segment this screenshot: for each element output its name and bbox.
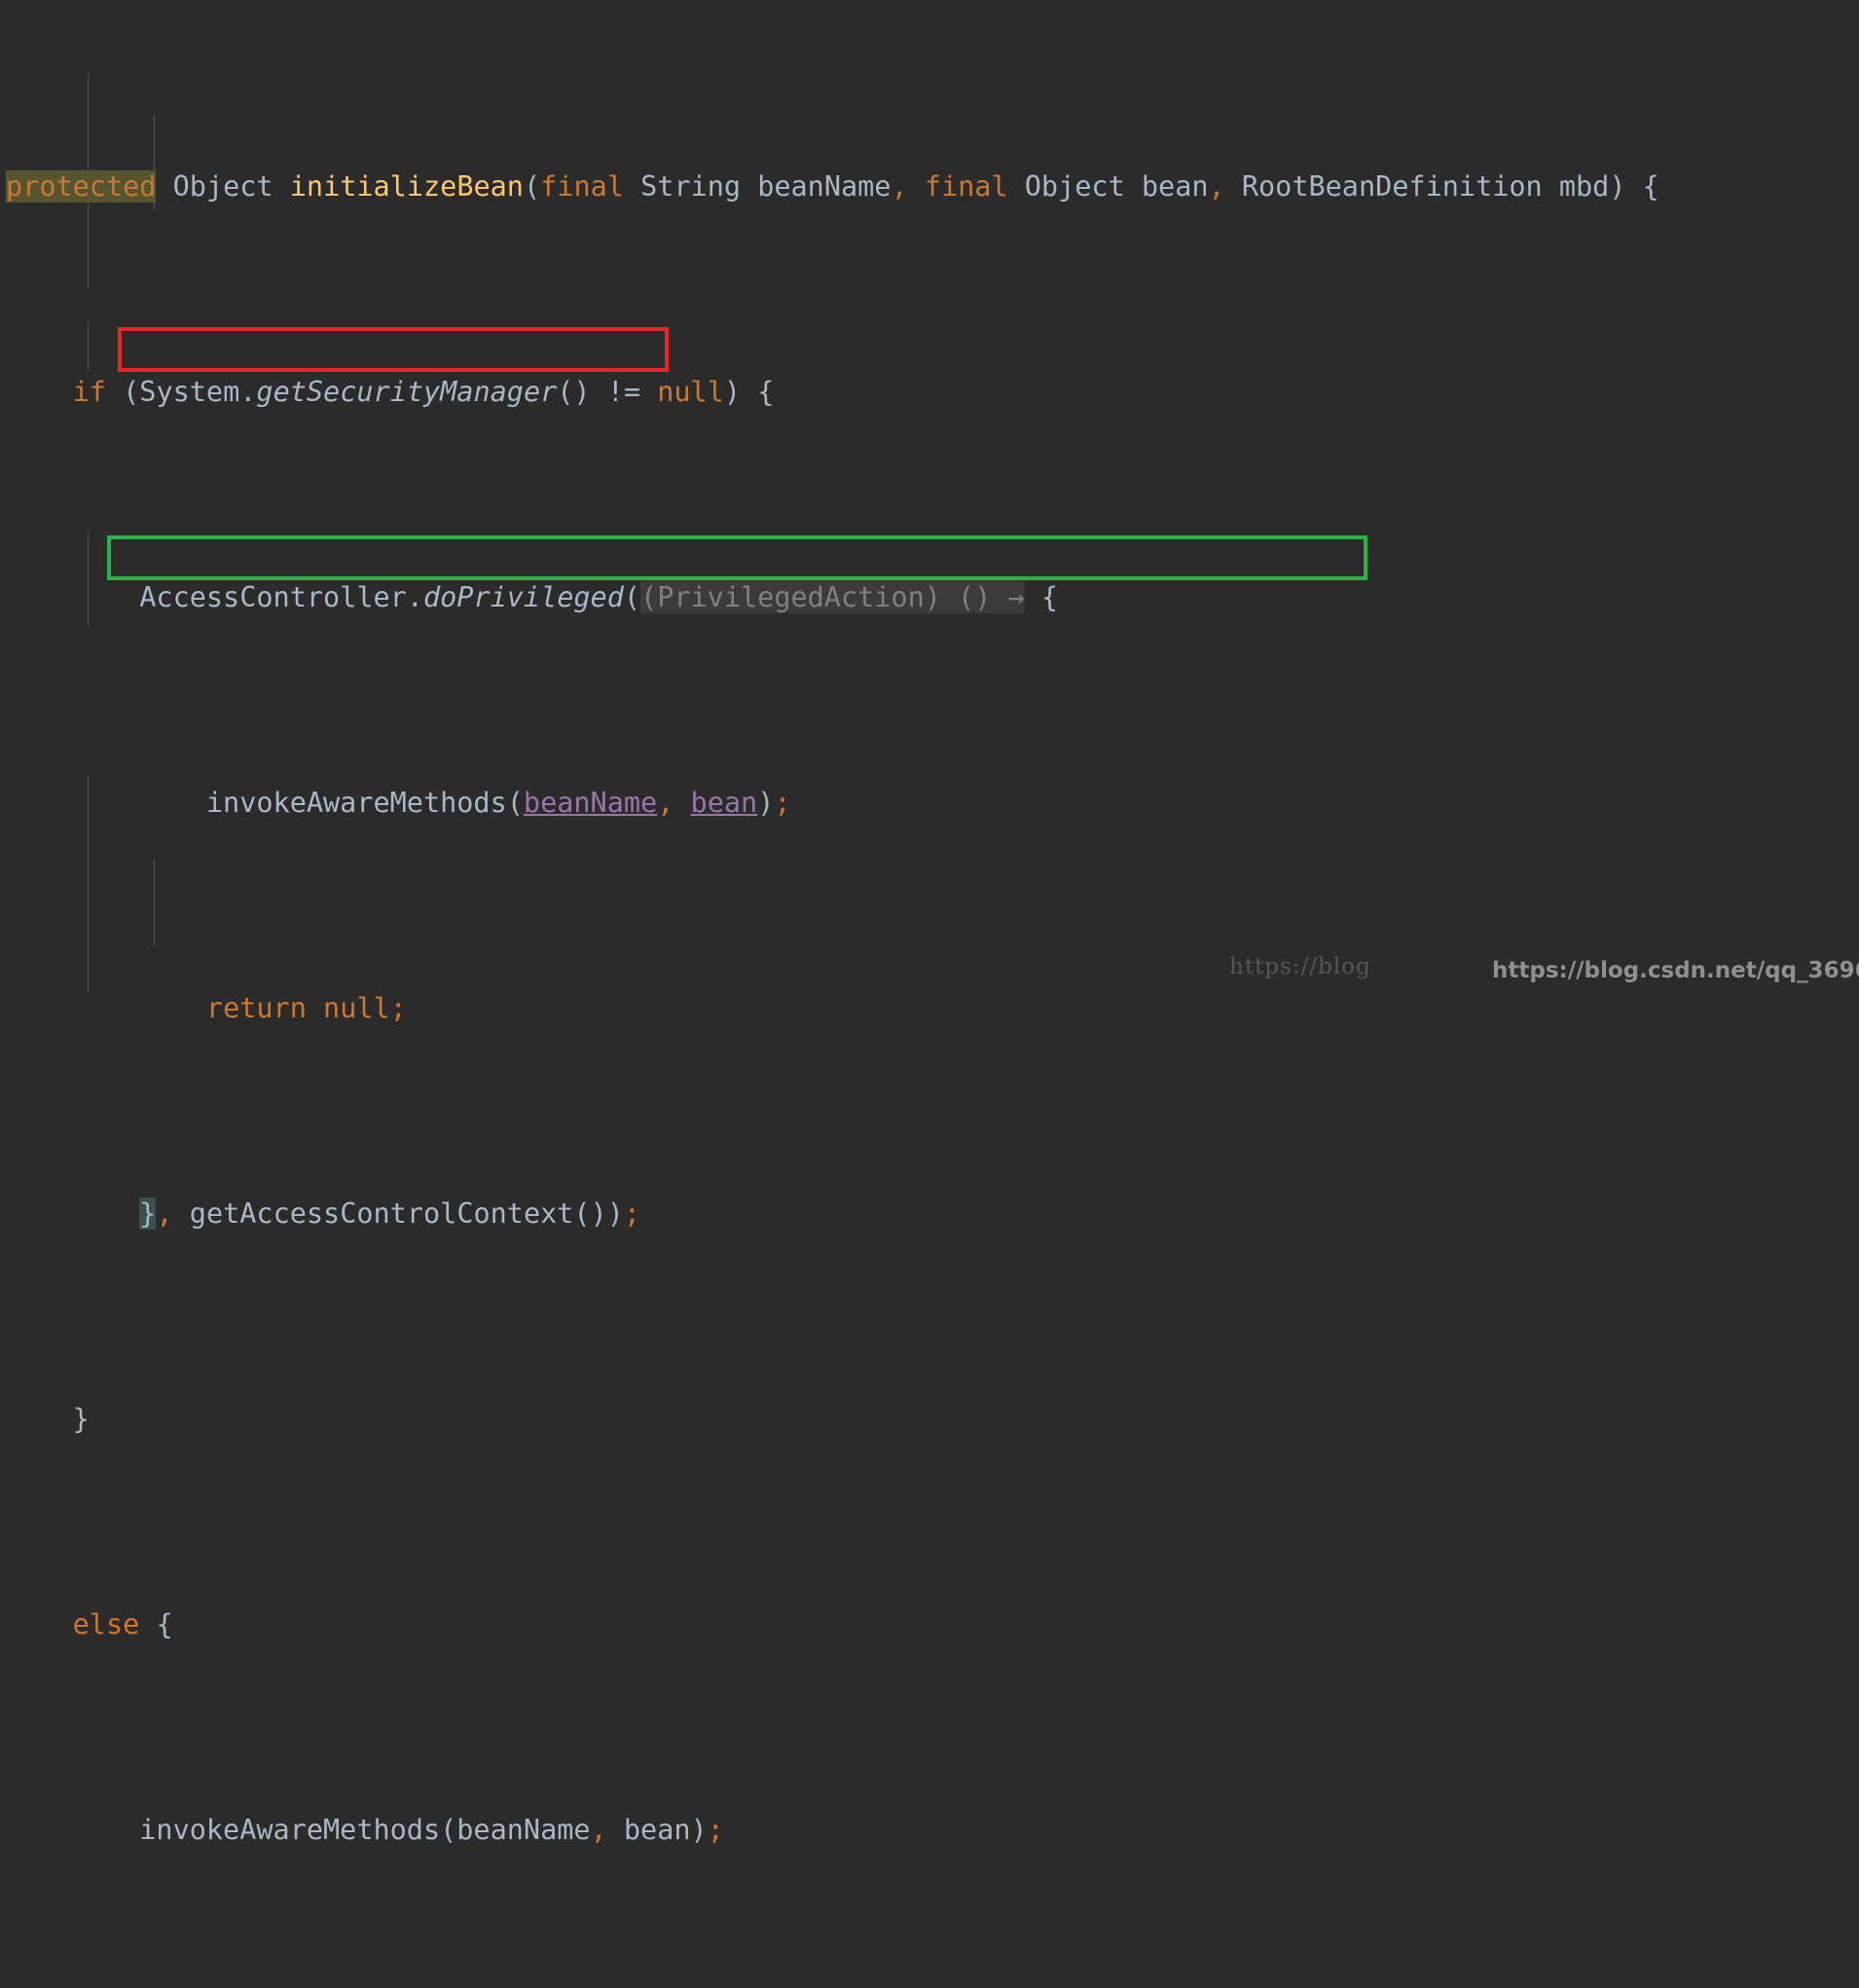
token-field-beanname: beanName xyxy=(523,786,658,819)
code-line-6[interactable]: }, getAccessControlContext()); xyxy=(0,1194,1859,1234)
token-type-object: Object xyxy=(172,169,273,202)
token-brace-match: } xyxy=(139,1196,157,1230)
token-keyword-protected: protected xyxy=(6,169,157,202)
code-line-5[interactable]: return null; xyxy=(0,988,1859,1029)
code-line-1[interactable]: protected Object initializeBean(final St… xyxy=(0,166,1859,207)
code-line-7[interactable]: } xyxy=(0,1399,1859,1440)
watermark-serif: https://blog xyxy=(1229,954,1371,979)
watermark-sans: https://blog.csdn.net/qq_36963950 xyxy=(1492,958,1859,983)
code-line-9[interactable]: invokeAwareMethods(beanName, bean); xyxy=(0,1810,1859,1851)
code-line-2[interactable]: if (System.getSecurityManager() != null)… xyxy=(0,372,1859,413)
token-keyword-return: return xyxy=(205,991,307,1024)
code-editor-viewport[interactable]: protected Object initializeBean(final St… xyxy=(0,0,1859,1846)
token-field-bean: bean xyxy=(690,786,758,819)
token-cast-privilegedaction: (PrivilegedAction) () → xyxy=(640,580,1025,613)
code-content[interactable]: protected Object initializeBean(final St… xyxy=(0,2,1859,1988)
token-method-initializebean: initializeBean xyxy=(289,169,524,202)
token-keyword-else: else xyxy=(72,1607,140,1640)
token-method-doprivileged: doPrivileged xyxy=(422,580,624,613)
code-line-4[interactable]: invokeAwareMethods(beanName, bean); xyxy=(0,783,1859,824)
code-line-3[interactable]: AccessController.doPrivileged((Privilege… xyxy=(0,577,1859,618)
token-method-getsecuritymanager: getSecurityManager xyxy=(256,375,558,408)
token-keyword-if: if xyxy=(72,375,106,408)
code-line-8[interactable]: else { xyxy=(0,1604,1859,1645)
